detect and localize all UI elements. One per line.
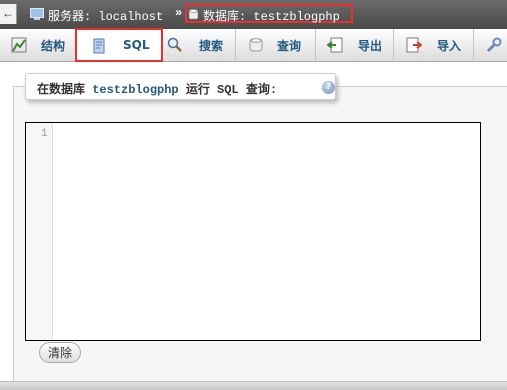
back-arrow-icon[interactable]: ←	[0, 4, 17, 24]
tab-search[interactable]: 搜索	[163, 29, 236, 60]
tab-import-label: 导入	[437, 39, 462, 53]
breadcrumb-server-link[interactable]: 服务器: localhost	[48, 7, 163, 24]
search-icon	[167, 37, 182, 52]
server-icon	[30, 8, 44, 20]
tab-export[interactable]: 导出	[316, 29, 394, 60]
legend-text: 在数据库 testzblogphp 运行 SQL 查询:	[37, 80, 277, 97]
sql-icon	[93, 38, 105, 54]
breadcrumb-separator: »	[175, 6, 183, 20]
breadcrumb-bar: ← 服务器: localhost » 数据库: testzblogphp	[0, 0, 507, 29]
line-number-gutter: 1	[26, 123, 53, 340]
wrench-icon	[486, 37, 502, 53]
help-icon[interactable]: ?	[322, 81, 335, 94]
tab-structure[interactable]: 结构	[0, 29, 78, 60]
tab-structure-label: 结构	[41, 39, 66, 53]
tab-query[interactable]: 查询	[236, 29, 316, 60]
legend-prefix: 在数据库	[37, 83, 93, 97]
tab-operations[interactable]	[474, 29, 507, 60]
tab-bar: 结构 SQL 搜索 查询 导出 导入	[0, 28, 507, 62]
query-icon	[249, 38, 263, 52]
tab-search-label: 搜索	[199, 39, 224, 53]
export-icon	[327, 37, 343, 53]
tab-export-label: 导出	[358, 39, 383, 53]
tab-import[interactable]: 导入	[394, 29, 474, 60]
legend-database-name: testzblogphp	[92, 83, 179, 97]
sql-query-legend: 在数据库 testzblogphp 运行 SQL 查询: ?	[25, 73, 336, 100]
tab-sql-label: SQL	[123, 38, 150, 52]
legend-suffix: 运行 SQL 查询:	[178, 83, 278, 97]
database-icon	[189, 9, 198, 20]
tab-sql[interactable]: SQL	[75, 28, 163, 62]
sql-editor[interactable]: 1	[25, 122, 481, 341]
breadcrumb-database-link[interactable]: 数据库: testzblogphp	[203, 7, 340, 24]
clear-button[interactable]: 清除	[39, 342, 81, 363]
structure-icon	[11, 37, 27, 53]
line-number: 1	[41, 128, 48, 140]
import-icon	[406, 37, 422, 53]
tab-query-label: 查询	[277, 39, 302, 53]
